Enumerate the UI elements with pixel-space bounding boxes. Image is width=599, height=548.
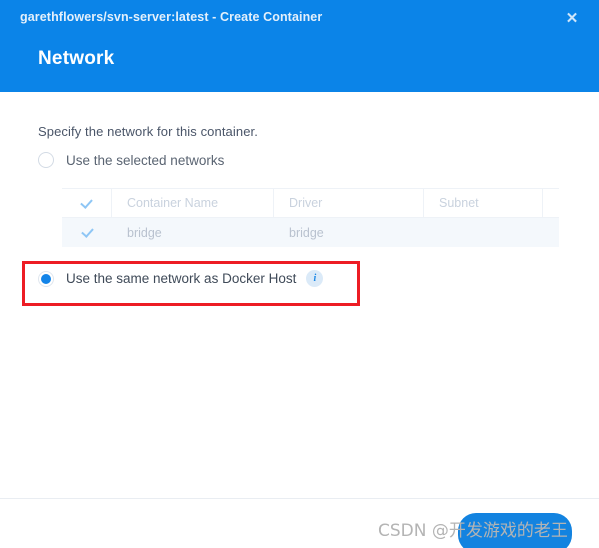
row-checkbox-bridge[interactable] xyxy=(62,218,112,247)
radio-option-use-selected-networks[interactable]: Use the selected networks xyxy=(38,152,224,168)
page-title: Network xyxy=(38,48,115,69)
networks-table: Container Name Driver Subnet bridge brid… xyxy=(62,188,559,247)
checkmark-icon xyxy=(79,196,94,211)
header-cell-select-all[interactable] xyxy=(62,188,112,218)
cell-container-name: bridge xyxy=(127,225,162,240)
table-row[interactable]: bridge bridge xyxy=(62,218,559,247)
radio-indicator-unselected[interactable] xyxy=(38,152,54,168)
cell-overflow xyxy=(543,218,559,247)
radio-label-use-docker-host-network: Use the same network as Docker Host xyxy=(66,271,297,286)
next-button[interactable] xyxy=(458,513,572,548)
cell-driver: bridge xyxy=(289,225,324,240)
info-icon[interactable]: i xyxy=(306,270,324,287)
dialog-content: Specify the network for this container. … xyxy=(0,92,599,498)
radio-label-use-selected-networks: Use the selected networks xyxy=(66,152,225,168)
table-header-row: Container Name Driver Subnet xyxy=(62,188,559,218)
instruction-text: Specify the network for this container. xyxy=(38,124,258,139)
dialog-titlebar: garethflowers/svn-server:latest - Create… xyxy=(0,0,599,92)
dialog-title: garethflowers/svn-server:latest - Create… xyxy=(20,10,323,24)
header-cell-driver: Driver xyxy=(274,188,424,218)
create-container-dialog: garethflowers/svn-server:latest - Create… xyxy=(0,0,599,548)
radio-indicator-selected[interactable] xyxy=(38,270,54,287)
close-icon[interactable]: ✕ xyxy=(561,8,583,30)
header-cell-overflow xyxy=(543,189,559,218)
dialog-footer xyxy=(0,498,599,548)
checkmark-icon xyxy=(80,225,95,240)
radio-option-use-docker-host-network[interactable]: Use the same network as Docker Host i xyxy=(38,270,324,287)
cell-subnet xyxy=(424,218,543,247)
header-cell-subnet: Subnet xyxy=(424,188,543,218)
header-cell-container-name: Container Name xyxy=(112,188,274,218)
